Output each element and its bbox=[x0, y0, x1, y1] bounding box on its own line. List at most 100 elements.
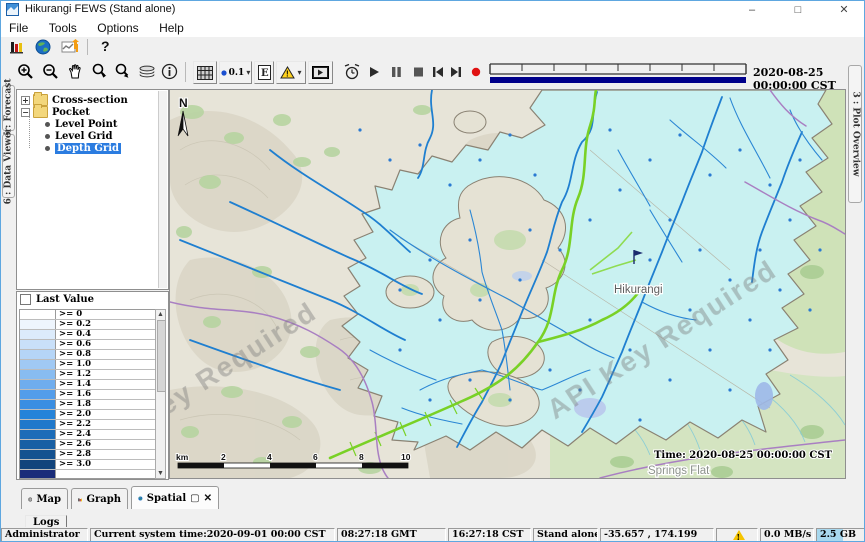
info-icon[interactable] bbox=[161, 63, 178, 80]
scroll-up-icon[interactable]: ▲ bbox=[156, 310, 165, 319]
undock-icon[interactable]: ▢ bbox=[190, 493, 199, 504]
tree-node-depth-grid[interactable]: Depth Grid bbox=[43, 142, 121, 154]
map-time-label: Time: 2020-08-25 00:00:00 CST bbox=[654, 450, 833, 461]
status-local-time: 16:27:18 CST bbox=[448, 528, 531, 542]
value-label-text: 0.1 bbox=[229, 68, 245, 78]
layer-tree-panel: + Cross-section − Pocket Level Point Lev… bbox=[16, 89, 169, 290]
svg-text:!: ! bbox=[286, 70, 289, 79]
application-window: Hikurangi FEWS (Stand alone) – □ ✕ File … bbox=[0, 0, 865, 542]
menu-tools[interactable]: Tools bbox=[41, 19, 85, 37]
map-globe-icon[interactable] bbox=[35, 39, 51, 55]
status-user: Administrator bbox=[1, 528, 88, 542]
expand-icon[interactable]: + bbox=[21, 96, 30, 105]
svg-text:6: 6 bbox=[313, 452, 318, 462]
map-canvas[interactable]: API Key Required API Key Required Hikura… bbox=[169, 89, 846, 479]
menu-file[interactable]: File bbox=[1, 19, 36, 37]
legend-swatch bbox=[20, 410, 56, 419]
legend-list: >= 0 >= 0.2 >= 0.4 >= 0.6 >= 0.8 >= 1.0 … bbox=[19, 309, 156, 479]
database-bars-icon[interactable] bbox=[9, 39, 25, 55]
map-toolbar: 0.1 ▾ E ! ▾ bbox=[1, 57, 864, 89]
pan-hand-icon[interactable] bbox=[67, 63, 84, 80]
legend-swatch bbox=[20, 450, 56, 459]
play-icon[interactable] bbox=[369, 66, 380, 78]
menu-help[interactable]: Help bbox=[151, 19, 192, 37]
svg-text:km: km bbox=[176, 452, 189, 462]
value-label-button[interactable]: 0.1 ▾ bbox=[219, 61, 252, 84]
main-toolbar: ? bbox=[1, 37, 864, 57]
scrollbar-thumb[interactable] bbox=[157, 320, 166, 392]
window-title: Hikurangi FEWS (Stand alone) bbox=[25, 3, 175, 15]
tab-forecast[interactable]: 5 : Forecast bbox=[2, 85, 15, 131]
legend-swatch bbox=[20, 350, 56, 359]
leaf-bullet-icon bbox=[45, 134, 50, 139]
time-slider-progress bbox=[490, 77, 746, 83]
last-value-checkbox[interactable]: Last Value bbox=[20, 294, 94, 305]
step-forward-icon[interactable] bbox=[450, 66, 462, 78]
minimize-button[interactable]: – bbox=[732, 1, 772, 19]
layers-icon[interactable] bbox=[138, 65, 156, 79]
maximize-button[interactable]: □ bbox=[778, 1, 818, 19]
title-bar[interactable]: Hikurangi FEWS (Stand alone) – □ ✕ bbox=[1, 1, 864, 19]
grid-display-button[interactable] bbox=[193, 61, 217, 84]
last-value-label: Last Value bbox=[36, 294, 94, 305]
tab-plot-overview[interactable]: 3 : Plot Overview bbox=[848, 65, 862, 203]
town-label: Hikurangi bbox=[614, 284, 663, 296]
tab-spatial[interactable]: Spatial ▢ ✕ bbox=[131, 486, 219, 509]
tab-data-viewer[interactable]: 6 : Data Viewer bbox=[2, 134, 15, 198]
legend-swatch bbox=[20, 470, 56, 479]
chevron-down-icon: ▾ bbox=[297, 68, 301, 77]
zoom-out-icon[interactable] bbox=[42, 63, 59, 80]
time-slider[interactable] bbox=[489, 61, 747, 85]
tab-map[interactable]: Map bbox=[21, 488, 68, 509]
checkbox-icon[interactable] bbox=[20, 294, 31, 305]
animation-movie-button[interactable] bbox=[308, 61, 333, 84]
warning-threshold-button[interactable]: ! ▾ bbox=[276, 61, 306, 84]
status-warning[interactable] bbox=[716, 528, 758, 542]
view-tab-strip: Map Graph Spatial ▢ ✕ bbox=[1, 488, 846, 510]
svg-text:N: N bbox=[179, 96, 188, 110]
tree-node-pocket[interactable]: − Pocket bbox=[21, 106, 90, 118]
tree-node-level-point[interactable]: Level Point bbox=[43, 118, 117, 130]
legend-swatch bbox=[20, 430, 56, 439]
legend-swatch bbox=[20, 360, 56, 369]
globe-icon bbox=[138, 492, 143, 505]
svg-text:8: 8 bbox=[359, 452, 364, 462]
menu-options[interactable]: Options bbox=[89, 19, 146, 37]
bar-chart-icon bbox=[78, 493, 82, 506]
svg-text:E: E bbox=[261, 68, 269, 79]
legend-swatch bbox=[20, 340, 56, 349]
toolbar-separator bbox=[87, 39, 88, 55]
selected-node-label: Depth Grid bbox=[55, 143, 121, 154]
legend-button[interactable]: E bbox=[254, 61, 274, 84]
record-icon[interactable] bbox=[471, 67, 481, 77]
warning-icon bbox=[733, 530, 745, 540]
stop-icon[interactable] bbox=[413, 66, 424, 78]
close-tab-icon[interactable]: ✕ bbox=[204, 493, 212, 504]
legend-scrollbar[interactable]: ▲ ▼ bbox=[155, 309, 166, 479]
tree-scrollbar[interactable] bbox=[158, 91, 167, 288]
timeseries-import-icon[interactable] bbox=[61, 39, 79, 55]
legend-swatch bbox=[20, 310, 56, 319]
close-button[interactable]: ✕ bbox=[824, 1, 864, 19]
folder-icon bbox=[33, 106, 48, 118]
legend-swatch bbox=[20, 420, 56, 429]
step-back-icon[interactable] bbox=[432, 66, 444, 78]
animation-clock-icon[interactable] bbox=[343, 63, 361, 81]
zoom-in-icon[interactable] bbox=[17, 63, 34, 80]
legend-swatch bbox=[20, 380, 56, 389]
tree-node-level-grid[interactable]: Level Grid bbox=[43, 130, 112, 142]
zoom-next-icon[interactable] bbox=[114, 63, 132, 80]
status-coordinates: -35.657 , 174.199 bbox=[600, 528, 714, 542]
zoom-previous-icon[interactable] bbox=[91, 63, 109, 80]
status-bar: Administrator Current system time:2020-0… bbox=[1, 527, 865, 542]
svg-text:2: 2 bbox=[221, 452, 226, 462]
help-icon[interactable]: ? bbox=[101, 38, 110, 54]
status-transfer-rate: 0.0 MB/s bbox=[760, 528, 814, 542]
status-mode: Stand alone bbox=[533, 528, 598, 542]
scroll-down-icon[interactable]: ▼ bbox=[156, 469, 165, 478]
legend-row: >= 3.2 bbox=[20, 470, 155, 479]
pause-icon[interactable] bbox=[391, 66, 402, 78]
collapse-icon[interactable]: − bbox=[21, 108, 30, 117]
status-memory: 2.5 GB bbox=[816, 528, 865, 542]
tab-graph[interactable]: Graph bbox=[71, 488, 128, 509]
